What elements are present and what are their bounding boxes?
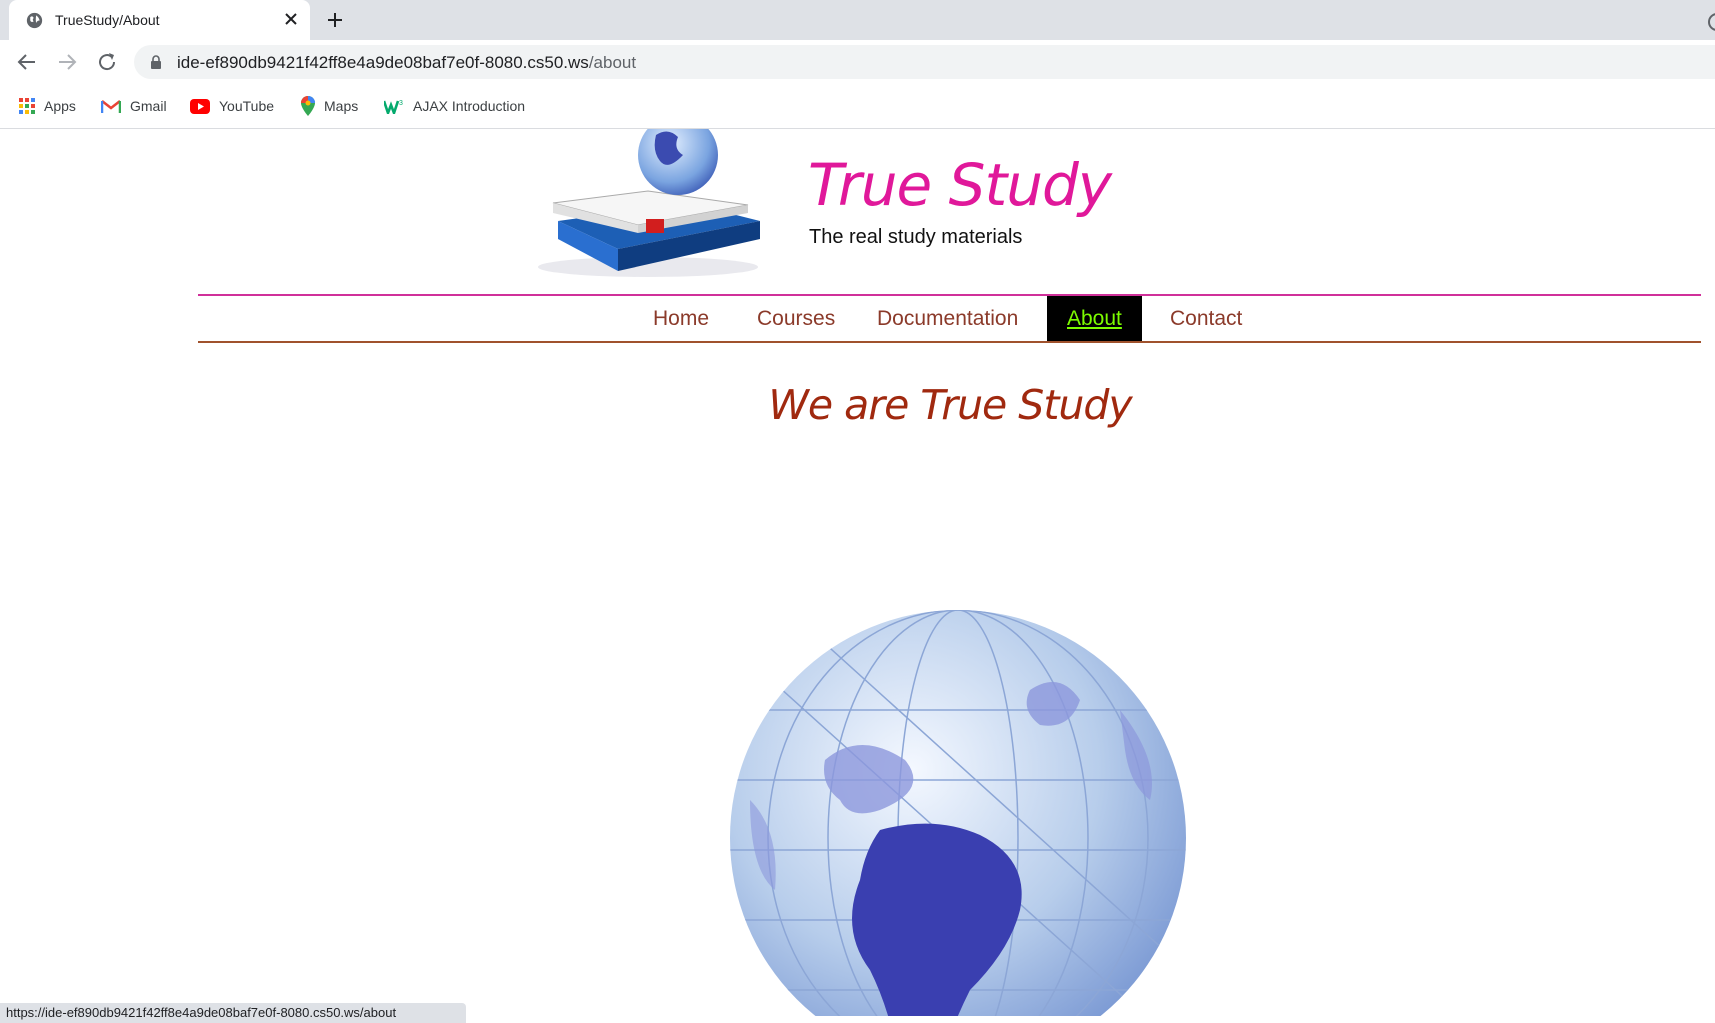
gmail-icon bbox=[101, 99, 121, 113]
nav-about[interactable]: About bbox=[1047, 296, 1142, 341]
bookmark-label: YouTube bbox=[219, 98, 275, 114]
globe-image bbox=[730, 610, 1186, 1016]
bookmark-label: Apps bbox=[44, 98, 76, 114]
page-content: True Study The real study materials Home… bbox=[0, 129, 1715, 1016]
svg-text:3: 3 bbox=[399, 100, 403, 107]
tab-title: TrueStudy/About bbox=[55, 12, 160, 28]
bookmark-label: Gmail bbox=[130, 98, 167, 114]
tab-strip: TrueStudy/About bbox=[0, 0, 1715, 40]
url-text: ide-ef890db9421f42ff8e4a9de08baf7e0f-808… bbox=[177, 53, 636, 73]
lock-icon bbox=[151, 55, 161, 69]
youtube-icon bbox=[190, 98, 210, 114]
bookmark-gmail[interactable]: Gmail bbox=[101, 96, 167, 116]
browser-tab[interactable]: TrueStudy/About bbox=[9, 0, 310, 40]
back-arrow-icon[interactable] bbox=[15, 50, 39, 74]
book-globe-logo[interactable] bbox=[528, 129, 768, 281]
profile-icon[interactable] bbox=[1708, 13, 1715, 31]
reload-icon[interactable] bbox=[95, 50, 119, 74]
bookmark-maps[interactable]: Maps bbox=[301, 96, 358, 116]
address-bar[interactable]: ide-ef890db9421f42ff8e4a9de08baf7e0f-808… bbox=[134, 45, 1715, 79]
w3schools-icon: 3 bbox=[384, 100, 403, 114]
nav-home[interactable]: Home bbox=[653, 296, 709, 341]
nav-contact[interactable]: Contact bbox=[1170, 296, 1242, 341]
site-tagline: The real study materials bbox=[809, 226, 1023, 248]
maps-pin-icon bbox=[301, 96, 315, 116]
nav-courses[interactable]: Courses bbox=[757, 296, 835, 341]
bookmarks-bar: Apps Gmail YouTube Maps 3 AJAX Introduct… bbox=[0, 84, 1715, 129]
nav-documentation[interactable]: Documentation bbox=[877, 296, 1018, 341]
close-icon[interactable] bbox=[283, 11, 299, 27]
page-heading: We are True Study bbox=[768, 381, 1132, 429]
new-tab-plus-icon[interactable] bbox=[326, 11, 344, 29]
site-brand: True Study bbox=[808, 151, 1112, 219]
url-host: ide-ef890db9421f42ff8e4a9de08baf7e0f-808… bbox=[177, 53, 589, 72]
bookmark-label: AJAX Introduction bbox=[413, 98, 526, 114]
bookmark-label: Maps bbox=[324, 98, 359, 114]
bookmark-apps[interactable]: Apps bbox=[19, 96, 76, 116]
bookmark-youtube[interactable]: YouTube bbox=[190, 96, 274, 116]
status-bar-url: https://ide-ef890db9421f42ff8e4a9de08baf… bbox=[0, 1003, 466, 1023]
apps-grid-icon bbox=[19, 98, 35, 114]
main-navigation: Home Courses Documentation About Contact bbox=[198, 294, 1701, 343]
globe-icon bbox=[26, 12, 43, 29]
url-path: /about bbox=[588, 53, 637, 72]
bookmark-ajax[interactable]: 3 AJAX Introduction bbox=[384, 96, 525, 116]
browser-toolbar: ide-ef890db9421f42ff8e4a9de08baf7e0f-808… bbox=[0, 40, 1715, 84]
forward-arrow-icon[interactable] bbox=[55, 50, 79, 74]
